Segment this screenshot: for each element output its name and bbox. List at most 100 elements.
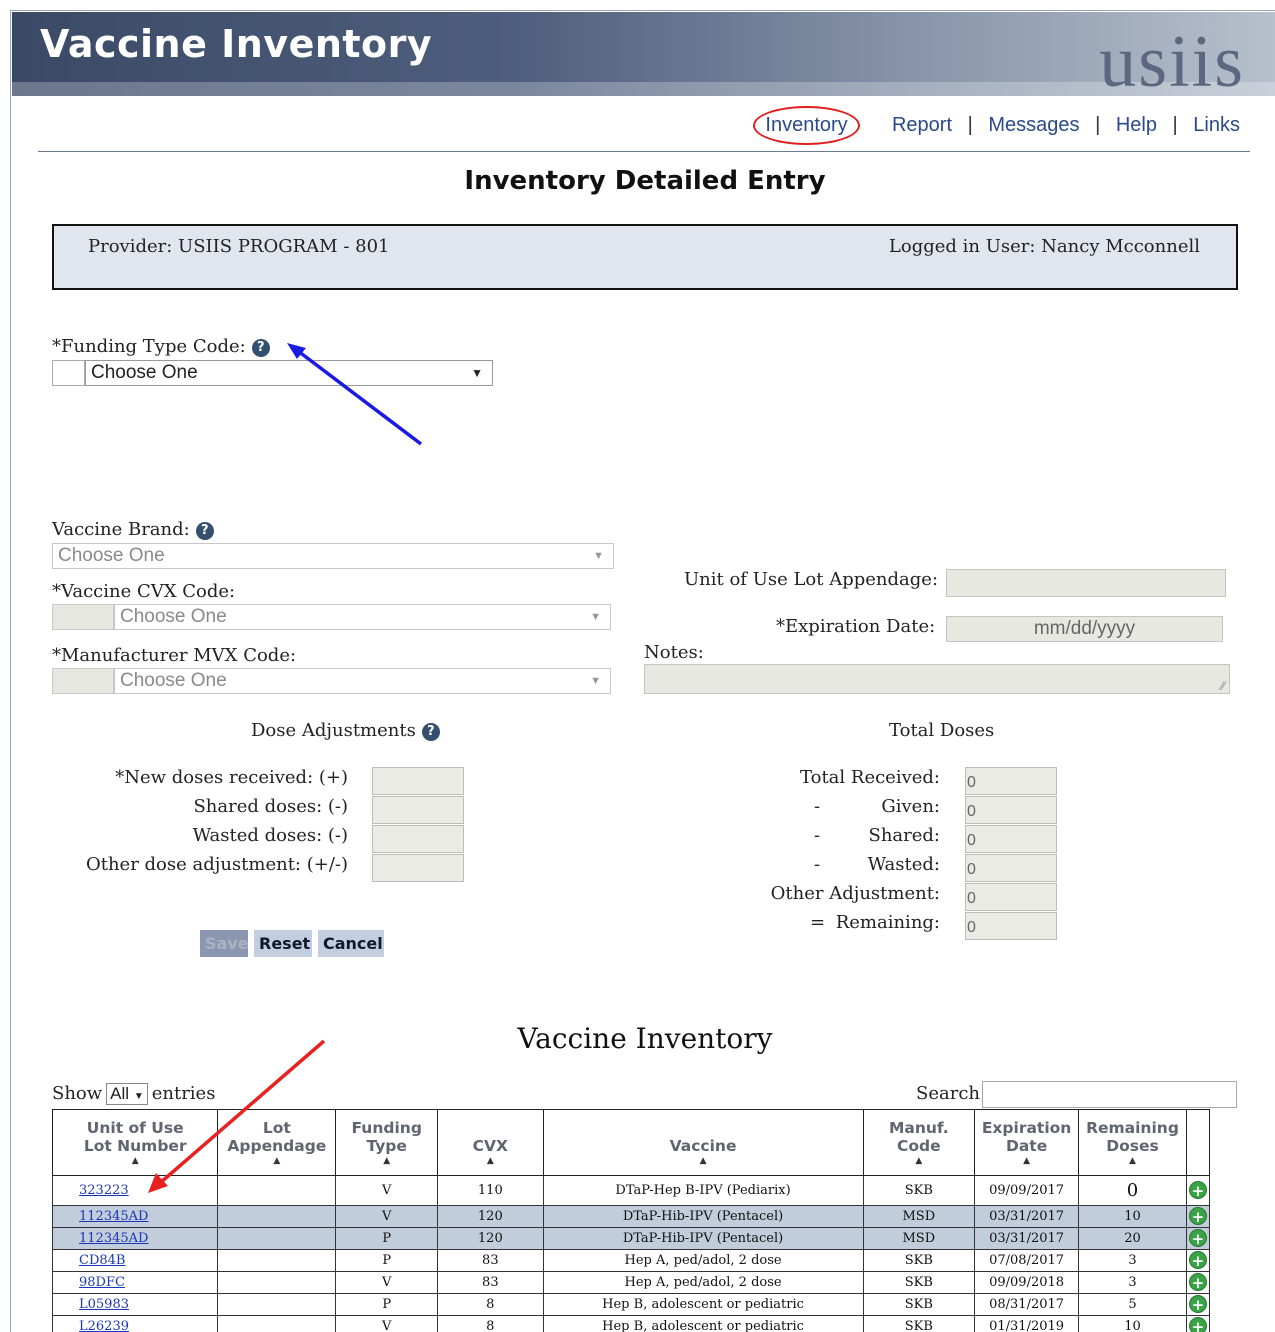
save-button[interactable]: Save xyxy=(200,930,249,957)
unit-of-use-input[interactable] xyxy=(946,569,1226,597)
remaining-label: Remaining: xyxy=(835,912,940,933)
nav-separator: | xyxy=(1172,114,1178,136)
vaccine-cell: DTaP-Hib-IPV (Pentacel) xyxy=(542,1227,864,1250)
lot-number-link[interactable]: L26239 xyxy=(79,1319,129,1332)
lot-number-cell: CD84B xyxy=(51,1249,219,1272)
lot-number-link[interactable]: 112345AD xyxy=(79,1231,148,1246)
search-label: Search: xyxy=(916,1083,987,1104)
remaining-doses-cell: 20 xyxy=(1078,1227,1187,1250)
remaining-doses-cell: 3 xyxy=(1078,1271,1187,1294)
manuf-code-cell: SKB xyxy=(862,1271,976,1294)
add-icon[interactable]: + xyxy=(1188,1251,1207,1270)
notes-textarea[interactable]: ⁄⁄ xyxy=(644,664,1230,694)
manufacturer-mvx-select[interactable]: Choose One ▼ xyxy=(114,668,611,694)
lot-appendage-cell xyxy=(217,1249,337,1272)
table-row: 98DFC V 83 Hep A, ped/adol, 2 dose SKB 09/09/… xyxy=(51,1271,1211,1294)
vaccine-brand-select[interactable]: Choose One ▼ xyxy=(52,543,614,569)
vaccine-cvx-code-input[interactable] xyxy=(52,604,114,630)
wasted-value: 0 xyxy=(965,854,1057,882)
add-icon[interactable]: + xyxy=(1188,1181,1207,1200)
col-lot-appendage[interactable]: Lot Appendage ▲ xyxy=(217,1109,337,1176)
inventory-highlight-circle: Inventory xyxy=(753,106,860,145)
shared-doses-input[interactable] xyxy=(372,796,464,824)
new-doses-input[interactable] xyxy=(372,767,464,795)
remaining-doses-cell: 5 xyxy=(1078,1293,1187,1316)
inventory-section-title: Vaccine Inventory xyxy=(517,1022,773,1055)
entries-select[interactable]: All ▼ xyxy=(106,1083,148,1105)
nav-separator: | xyxy=(1095,114,1101,136)
nav-report[interactable]: Report xyxy=(892,114,952,136)
total-received-value: 0 xyxy=(965,767,1057,795)
table-row: L26239 V 8 Hep B, adolescent or pediatric SK… xyxy=(51,1315,1211,1332)
inventory-table: Unit of Use Lot Number ▲ Lot Appendage ▲ Fun… xyxy=(51,1109,1211,1332)
add-cell: + xyxy=(1185,1249,1211,1272)
help-icon[interactable]: ? xyxy=(251,339,270,357)
add-icon[interactable]: + xyxy=(1188,1295,1207,1314)
vaccine-brand-label: Vaccine Brand:? xyxy=(52,519,214,540)
manuf-code-cell: MSD xyxy=(862,1205,976,1228)
nav-messages[interactable]: Messages xyxy=(988,114,1079,136)
new-doses-label: *New doses received: (+) xyxy=(115,767,348,788)
app-banner: Vaccine Inventory • • usiis xyxy=(12,12,1275,96)
funding-type-code-input[interactable] xyxy=(52,360,85,386)
funding-type-cell: V xyxy=(335,1315,439,1332)
cancel-button[interactable]: Cancel xyxy=(318,930,384,957)
col-vaccine[interactable]: Vaccine ▲ xyxy=(542,1109,864,1176)
expiration-date-label: *Expiration Date: xyxy=(776,616,936,637)
manuf-code-cell: SKB xyxy=(862,1293,976,1316)
notes-label: Notes: xyxy=(644,642,704,663)
search-input[interactable] xyxy=(982,1081,1237,1108)
vaccine-cvx-label: *Vaccine CVX Code: xyxy=(52,581,236,602)
vaccine-cvx-select[interactable]: Choose One ▼ xyxy=(114,604,611,630)
lot-number-link[interactable]: 323223 xyxy=(79,1183,129,1198)
lot-number-link[interactable]: CD84B xyxy=(79,1253,125,1268)
add-cell: + xyxy=(1185,1271,1211,1294)
reset-button[interactable]: Reset xyxy=(254,930,312,957)
nav-separator: | xyxy=(967,114,973,136)
help-icon[interactable]: ? xyxy=(421,723,440,741)
cvx-cell: 83 xyxy=(437,1271,544,1294)
add-icon[interactable]: + xyxy=(1188,1273,1207,1292)
col-remaining-doses[interactable]: Remaining Doses ▲ xyxy=(1078,1109,1187,1176)
add-icon[interactable]: + xyxy=(1188,1229,1207,1248)
manuf-code-cell: SKB xyxy=(862,1249,976,1272)
col-manuf-code[interactable]: Manuf. Code ▲ xyxy=(862,1109,976,1176)
col-lot-number[interactable]: Unit of Use Lot Number ▲ xyxy=(51,1109,219,1176)
manufacturer-mvx-label: *Manufacturer MVX Code: xyxy=(52,645,297,666)
help-icon[interactable]: ? xyxy=(195,522,214,540)
logged-in-user: Logged in User: Nancy Mcconnell xyxy=(888,236,1200,257)
add-cell: + xyxy=(1185,1227,1211,1250)
add-icon[interactable]: + xyxy=(1188,1317,1207,1332)
expiration-date-input[interactable]: mm/dd/yyyy xyxy=(946,616,1223,642)
expiration-date-cell: 09/09/2018 xyxy=(974,1271,1080,1294)
chevron-down-icon: ▼ xyxy=(593,550,604,562)
vaccine-cell: Hep A, ped/adol, 2 dose xyxy=(542,1271,864,1294)
col-funding-type[interactable]: Funding Type ▲ xyxy=(335,1109,439,1176)
given-value: 0 xyxy=(965,796,1057,824)
manufacturer-mvx-code-input[interactable] xyxy=(52,668,114,694)
chevron-down-icon: ▼ xyxy=(590,611,601,623)
wasted-doses-input[interactable] xyxy=(372,825,464,853)
col-expiration-date[interactable]: Expiration Date ▲ xyxy=(974,1109,1080,1176)
add-icon[interactable]: + xyxy=(1188,1207,1207,1226)
lot-number-link[interactable]: 112345AD xyxy=(79,1209,148,1224)
given-label: Given: xyxy=(881,796,940,817)
lot-number-cell: 112345AD xyxy=(51,1227,219,1250)
nav-inventory[interactable]: Inventory xyxy=(765,114,847,136)
other-adjustment-label: Other dose adjustment: (+/-) xyxy=(85,854,348,875)
lot-appendage-cell xyxy=(217,1175,337,1206)
lot-appendage-cell xyxy=(217,1293,337,1316)
add-cell: + xyxy=(1185,1315,1211,1332)
other-adjustment-input[interactable] xyxy=(372,854,464,882)
expiration-date-cell: 03/31/2017 xyxy=(974,1227,1080,1250)
funding-type-select[interactable]: Choose One ▼ xyxy=(85,360,493,386)
nav-links[interactable]: Links xyxy=(1193,114,1240,136)
lot-number-link[interactable]: 98DFC xyxy=(79,1275,125,1290)
cvx-cell: 8 xyxy=(437,1315,544,1332)
nav-help[interactable]: Help xyxy=(1116,114,1157,136)
col-cvx[interactable]: CVX ▲ xyxy=(437,1109,544,1176)
sort-icon: ▲ xyxy=(486,1155,494,1166)
lot-number-link[interactable]: L05983 xyxy=(79,1297,129,1312)
cvx-cell: 83 xyxy=(437,1249,544,1272)
resize-handle-icon[interactable]: ⁄⁄ xyxy=(1221,679,1225,693)
